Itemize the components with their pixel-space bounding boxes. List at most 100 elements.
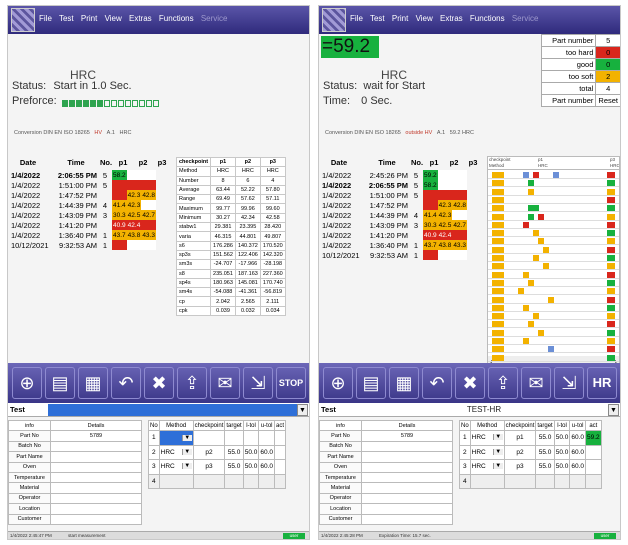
info-row[interactable]: Location	[319, 503, 453, 515]
menu-file[interactable]: File	[39, 14, 52, 23]
table-row[interactable]: 1/4/2022 1:47:52 PM 42.3 42.8	[10, 190, 156, 200]
table-icon[interactable]: ▦	[389, 367, 419, 399]
menu-view[interactable]: View	[105, 14, 122, 23]
target-icon[interactable]: ⊕	[12, 367, 42, 399]
menu-extras[interactable]: Extras	[440, 14, 463, 23]
method-row[interactable]: 4	[148, 473, 287, 489]
info-row[interactable]: Temperature	[8, 471, 142, 484]
table-row[interactable]: 10/12/2021 9:32:53 AM 1	[10, 240, 156, 250]
table-row[interactable]: 1/4/2022 1:44:39 PM 4 41.4 42.3	[321, 210, 467, 220]
export-icon[interactable]: ⇲	[554, 367, 584, 399]
info-row[interactable]: Customer	[8, 513, 142, 525]
print-icon[interactable]: ▤	[356, 367, 386, 399]
chevron-down-icon[interactable]: ▼	[181, 463, 192, 470]
info-value[interactable]: 5789	[361, 430, 453, 442]
stop-button[interactable]: STOP	[276, 367, 306, 399]
info-row[interactable]: Material	[8, 482, 142, 494]
table-icon[interactable]: ▦	[78, 367, 108, 399]
menu-view[interactable]: View	[416, 14, 433, 23]
info-value[interactable]	[361, 503, 453, 515]
info-row[interactable]: Customer	[319, 513, 453, 525]
method-dropdown[interactable]: HRC ▼	[469, 444, 505, 460]
method-dropdown[interactable]: HRC ▼	[158, 444, 194, 460]
table-row[interactable]: 10/12/2021 9:32:53 AM 1	[321, 250, 467, 260]
info-row[interactable]: Part No 5789	[319, 430, 453, 442]
table-row[interactable]: 1/4/2022 1:36:40 PM 1 43.7 43.8 43.3	[10, 230, 156, 240]
table-row[interactable]: 1/4/2022 1:51:00 PM 5	[321, 190, 467, 200]
info-row[interactable]: Location	[8, 503, 142, 515]
method-dropdown[interactable]	[469, 473, 505, 489]
table-row[interactable]: 1/4/2022 1:44:39 PM 4 41.4 42.3	[10, 200, 156, 210]
table-row[interactable]: 1/4/2022 1:41:20 PM 40.9 42.4	[10, 220, 156, 230]
info-value[interactable]	[361, 513, 453, 525]
info-row[interactable]: Part No 5789	[8, 430, 142, 442]
results-table[interactable]: 1/4/2022 2:45:26 PM 5 59.2 1/4/2022 2:06:55 P…	[321, 170, 467, 260]
table-row[interactable]: 1/4/2022 1:43:09 PM 3 30.3 42.5 42.7	[10, 210, 156, 220]
info-row[interactable]: Operator	[8, 492, 142, 505]
export-icon[interactable]: ⇲	[243, 367, 273, 399]
info-value[interactable]	[50, 471, 142, 484]
menu-print[interactable]: Print	[392, 14, 408, 23]
mail-icon[interactable]: ✉	[521, 367, 551, 399]
info-value[interactable]	[361, 482, 453, 494]
table-row[interactable]: 1/4/2022 1:36:40 PM 1 43.7 43.8 43.3	[321, 240, 467, 250]
undo-icon[interactable]: ↶	[111, 367, 141, 399]
info-value[interactable]	[50, 440, 142, 453]
info-row[interactable]: Oven	[8, 461, 142, 473]
method-row[interactable]: 1 HRC ▼ p1 55.0 50.0 60.0 59.2	[459, 430, 602, 446]
table-row[interactable]: 1/4/2022 2:06:55 PM 5 58.2	[321, 180, 467, 190]
menu-test[interactable]: Test	[59, 14, 74, 23]
menu-file[interactable]: File	[350, 14, 363, 23]
info-row[interactable]: Part Name	[8, 451, 142, 463]
chevron-down-icon[interactable]: ▼	[297, 404, 308, 416]
info-value[interactable]	[361, 461, 453, 473]
selector-value[interactable]	[48, 404, 298, 416]
method-table[interactable]: No Method checkpoint target l-tol u-tol act 1 ▼ 2…	[148, 420, 287, 489]
target-icon[interactable]: ⊕	[323, 367, 353, 399]
tools-icon[interactable]: ✖	[144, 367, 174, 399]
menu-print[interactable]: Print	[81, 14, 97, 23]
upload-icon[interactable]: ⇪	[488, 367, 518, 399]
table-row[interactable]: 1/4/2022 1:47:52 PM 42.3 42.8	[321, 200, 467, 210]
tools-icon[interactable]: ✖	[455, 367, 485, 399]
method-row[interactable]: 4	[459, 473, 602, 489]
info-row[interactable]: Oven	[319, 461, 453, 473]
test-selector[interactable]: Test ▼	[8, 403, 309, 417]
info-row[interactable]: Batch No	[8, 440, 142, 453]
info-value[interactable]	[361, 492, 453, 505]
info-value[interactable]	[361, 451, 453, 463]
selector-value[interactable]: TEST-HR	[359, 404, 609, 416]
info-value[interactable]	[50, 482, 142, 494]
info-value[interactable]	[50, 451, 142, 463]
undo-icon[interactable]: ↶	[422, 367, 452, 399]
info-row[interactable]: Batch No	[319, 440, 453, 453]
info-row[interactable]: Part Name	[319, 451, 453, 463]
method-row[interactable]: 2 HRC ▼ p2 55.0 50.0 60.0	[148, 444, 287, 460]
method-dropdown[interactable]: ▼	[158, 430, 194, 446]
chevron-down-icon[interactable]: ▼	[181, 448, 192, 455]
method-row[interactable]: 2 HRC ▼ p2 55.0 50.0 60.0	[459, 444, 602, 460]
info-value[interactable]	[50, 503, 142, 515]
hr-button[interactable]: HR	[587, 367, 617, 399]
chevron-down-icon[interactable]: ▼	[181, 434, 192, 441]
info-row[interactable]: Operator	[319, 492, 453, 505]
method-dropdown[interactable]: HRC ▼	[469, 459, 505, 475]
upload-icon[interactable]: ⇪	[177, 367, 207, 399]
info-value[interactable]: 5789	[50, 430, 142, 442]
method-dropdown[interactable]	[158, 473, 194, 489]
results-table[interactable]: 1/4/2022 2:06:55 PM 5 58.2 1/4/2022 1:51:00 P…	[10, 170, 156, 250]
control-chart[interactable]: checkpoint p1 p3 Method HRC HRC ‹ ›	[487, 156, 620, 369]
method-row[interactable]: 1 ▼	[148, 430, 287, 446]
chevron-down-icon[interactable]: ▼	[492, 463, 503, 470]
method-row[interactable]: 3 HRC ▼ p3 55.0 50.0 60.0	[459, 459, 602, 475]
info-value[interactable]	[50, 492, 142, 505]
table-row[interactable]: 1/4/2022 1:43:09 PM 3 30.3 42.5 42.7	[321, 220, 467, 230]
method-dropdown[interactable]: HRC ▼	[469, 430, 505, 446]
chevron-down-icon[interactable]: ▼	[492, 448, 503, 455]
menu-test[interactable]: Test	[370, 14, 385, 23]
method-table[interactable]: No Method checkpoint target l-tol u-tol act 1 HR…	[459, 420, 602, 489]
print-icon[interactable]: ▤	[45, 367, 75, 399]
menu-functions[interactable]: Functions	[470, 14, 505, 23]
method-dropdown[interactable]: HRC ▼	[158, 459, 194, 475]
reset-button[interactable]: Reset	[595, 94, 620, 107]
